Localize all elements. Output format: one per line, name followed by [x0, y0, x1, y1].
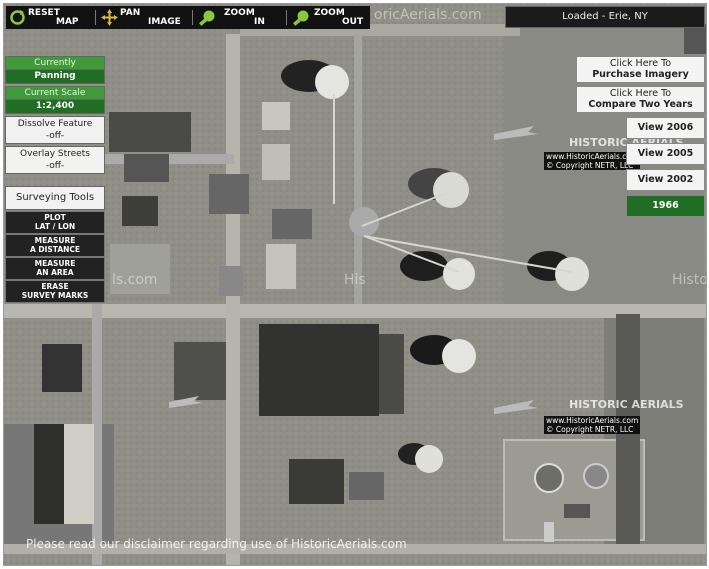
overlay-streets-label: Overlay Streets: [20, 149, 90, 159]
purchase-line2: Purchase Imagery: [592, 69, 689, 80]
compare-two-years-button[interactable]: Click Here To Compare Two Years: [576, 86, 705, 113]
erase-label: ERASE: [41, 282, 69, 291]
measure-distance-button[interactable]: MEASURE A DISTANCE: [5, 234, 105, 257]
view-1966-button[interactable]: 1966: [626, 195, 705, 217]
watermark-right: Histo: [672, 272, 707, 288]
zoom-out-button[interactable]: ZOOM OUT: [290, 6, 370, 29]
copyright-text: © Copyright NETR, LLC: [546, 161, 634, 170]
a-distance-label: A DISTANCE: [29, 245, 81, 254]
plot-label: PLOT: [44, 213, 66, 222]
image-label: IMAGE: [148, 17, 181, 27]
lat-lon-label: LAT / LON: [34, 222, 76, 231]
measure-label: MEASURE: [34, 236, 76, 245]
view-2002-button[interactable]: View 2002: [626, 169, 705, 191]
surveying-tools-header: Surveying Tools: [5, 186, 105, 210]
erase-survey-marks-button[interactable]: ERASE SURVEY MARKS: [5, 280, 105, 303]
plot-lat-lon-button[interactable]: PLOT LAT / LON: [5, 211, 105, 234]
dissolve-feature-value: -off-: [45, 131, 65, 141]
map-viewer[interactable]: oricAerials.com ls.com His Histo HISTORI…: [3, 3, 707, 566]
toolbar-divider: [192, 10, 193, 25]
disclaimer-link[interactable]: Please read our disclaimer regarding use…: [26, 537, 407, 551]
zoom-in-button[interactable]: ZOOM IN: [196, 6, 284, 29]
dissolve-feature-toggle[interactable]: Dissolve Feature -off-: [5, 116, 105, 144]
view-2005-button[interactable]: View 2005: [626, 143, 705, 165]
currently-mode-value: Panning: [5, 69, 105, 84]
an-area-label: AN AREA: [36, 268, 74, 277]
purchase-line1: Click Here To: [609, 58, 672, 69]
magnifier-zoom-out-icon: [293, 10, 309, 26]
measure-label: MEASURE: [34, 259, 76, 268]
pan-label: PAN: [120, 8, 141, 18]
copyright-url: www.HistoricAerials.com: [546, 152, 639, 161]
toolbar-divider: [286, 10, 287, 25]
copyright-stamp-2: www.HistoricAerials.com © Copyright NETR…: [544, 416, 641, 434]
magnifier-zoom-in-icon: [199, 10, 215, 26]
view-2006-button[interactable]: View 2006: [626, 117, 705, 139]
current-scale-value: 1:2,400: [5, 99, 105, 114]
compare-line1: Click Here To: [609, 88, 672, 99]
overlay-streets-toggle[interactable]: Overlay Streets -off-: [5, 146, 105, 174]
out-label: OUT: [342, 17, 364, 27]
survey-marks-label: SURVEY MARKS: [21, 291, 89, 300]
toolbar-divider: [95, 10, 96, 25]
compare-line2: Compare Two Years: [588, 99, 693, 110]
dissolve-feature-label: Dissolve Feature: [17, 119, 93, 129]
measure-area-button[interactable]: MEASURE AN AREA: [5, 257, 105, 280]
copyright-url: www.HistoricAerials.com: [546, 416, 639, 425]
purchase-imagery-button[interactable]: Click Here To Purchase Imagery: [576, 56, 705, 83]
zoom-label: ZOOM: [224, 8, 255, 18]
watermark-mid-center: His: [344, 272, 366, 288]
reset-map-button[interactable]: RESET MAP: [6, 6, 92, 29]
copyright-text: © Copyright NETR, LLC: [546, 425, 634, 434]
reset-icon: [10, 10, 25, 25]
in-label: IN: [254, 17, 265, 27]
pan-image-button[interactable]: PAN IMAGE: [98, 6, 190, 29]
map-toolbar: RESET MAP PAN IMAGE ZOOM IN ZOOM OUT: [6, 6, 370, 29]
zoom-label: ZOOM: [314, 8, 345, 18]
map-label: MAP: [56, 17, 79, 27]
watermark-top: oricAerials.com: [374, 7, 482, 23]
pan-arrows-icon: [101, 9, 118, 26]
status-loaded-location: Loaded - Erie, NY: [505, 6, 705, 28]
overlay-streets-value: -off-: [45, 161, 65, 171]
watermark-mid-left: ls.com: [112, 272, 158, 288]
historic-aerials-logo-2: HISTORIC AERIALS: [569, 398, 684, 411]
